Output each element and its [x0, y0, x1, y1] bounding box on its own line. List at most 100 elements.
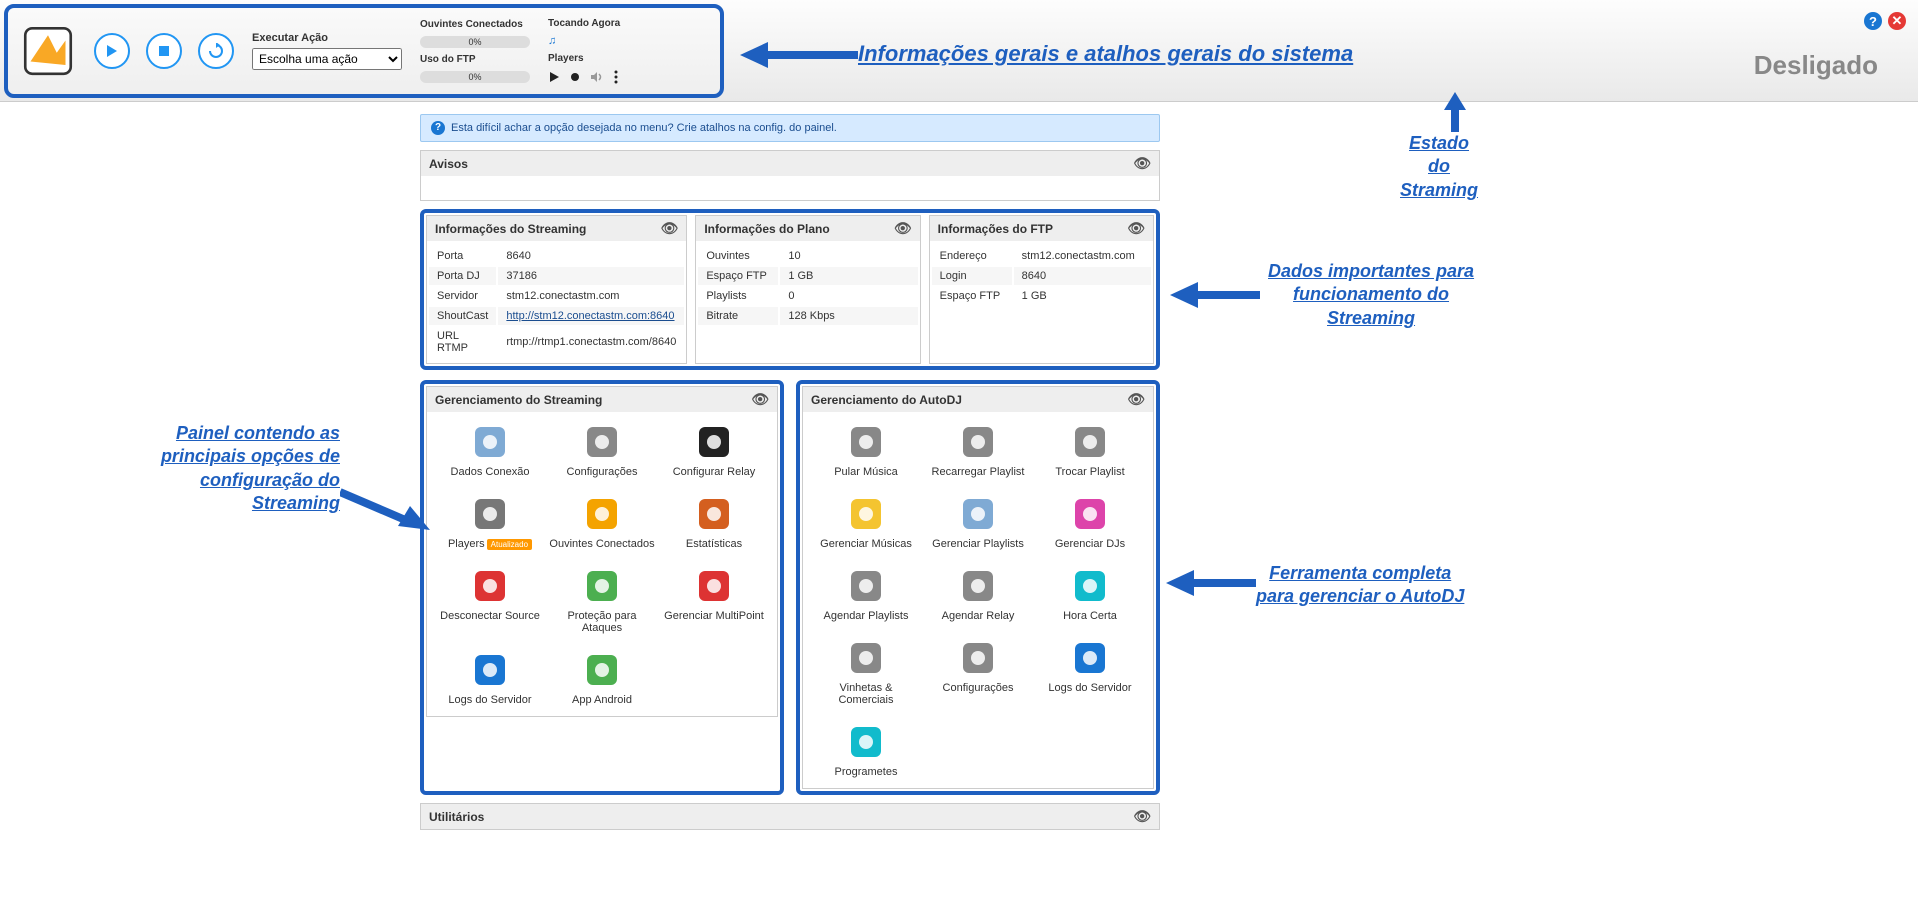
close-icon[interactable]: ✕: [1888, 12, 1906, 30]
kv-value: http://stm12.conectastm.com:8640: [498, 307, 684, 325]
item-label: Hora Certa: [1063, 610, 1117, 622]
item-icon: [694, 422, 734, 462]
mgmt-item[interactable]: Gerenciar Playlists: [925, 494, 1031, 550]
eye-icon[interactable]: 👁: [1127, 391, 1145, 408]
center-column: ? Esta difícil achar a opção desejada no…: [420, 114, 1160, 830]
item-icon: [470, 650, 510, 690]
mgmt-item[interactable]: Dados Conexão: [437, 422, 543, 478]
help-icon[interactable]: ?: [1864, 12, 1882, 30]
utilitarios-title: Utilitários: [429, 810, 484, 824]
hint-text: Esta difícil achar a opção desejada no m…: [451, 122, 837, 134]
eye-icon[interactable]: 👁: [1133, 808, 1151, 825]
players-label: Players: [548, 53, 620, 64]
eye-icon[interactable]: 👁: [751, 391, 769, 408]
eye-icon[interactable]: 👁: [1133, 155, 1151, 172]
mgmt-item[interactable]: Agendar Relay: [925, 566, 1031, 622]
item-label: Logs do Servidor: [1048, 682, 1131, 694]
mgmt-autodj-box: Gerenciamento do AutoDJ👁 Pular MúsicaRec…: [796, 380, 1160, 795]
mgmt-item[interactable]: Gerenciar MultiPoint: [661, 566, 767, 634]
status-text: Desligado: [1754, 50, 1878, 81]
anno-top: Informações gerais e atalhos gerais do s…: [858, 40, 1353, 69]
item-label: Configurar Relay: [673, 466, 756, 478]
kv-key: ShoutCast: [429, 307, 496, 325]
mgmt-item[interactable]: Configurar Relay: [661, 422, 767, 478]
item-label: Trocar Playlist: [1055, 466, 1124, 478]
mgmt-item[interactable]: Trocar Playlist: [1037, 422, 1143, 478]
eye-icon[interactable]: 👁: [1127, 220, 1145, 237]
hint-note: ? Esta difícil achar a opção desejada no…: [420, 114, 1160, 142]
kv-key: Servidor: [429, 287, 496, 305]
avisos-title: Avisos: [429, 157, 468, 171]
mini-menu-icon[interactable]: [614, 70, 618, 84]
mgmt-item[interactable]: Pular Música: [813, 422, 919, 478]
mgmt-item[interactable]: Agendar Playlists: [813, 566, 919, 622]
reload-button[interactable]: [198, 33, 234, 69]
mgmt-item[interactable]: PlayersAtualizado: [437, 494, 543, 550]
mgmt-item[interactable]: App Android: [549, 650, 655, 706]
item-icon: [470, 494, 510, 534]
info-plano-table: Ouvintes10Espaço FTP1 GBPlaylists0Bitrat…: [696, 245, 919, 327]
item-label: Programetes: [835, 766, 898, 778]
now-playing-col: Tocando Agora ♫ Players: [548, 18, 620, 84]
kv-key: URL RTMP: [429, 327, 496, 357]
item-icon: [582, 494, 622, 534]
exec-label: Executar Ação: [252, 32, 402, 44]
link[interactable]: http://stm12.conectastm.com:8640: [506, 310, 674, 322]
info-plano-panel: Informações do Plano👁 Ouvintes10Espaço F…: [695, 215, 920, 364]
mgmt-item[interactable]: Proteção para Ataques: [549, 566, 655, 634]
kv-value: 1 GB: [1014, 287, 1151, 305]
play-button[interactable]: [94, 33, 130, 69]
item-label: Vinhetas & Comerciais: [813, 682, 919, 706]
anno-info: Dados importantes parafuncionamento doSt…: [1268, 260, 1474, 330]
mgmt-item[interactable]: Estatísticas: [661, 494, 767, 550]
mgmt-item[interactable]: Gerenciar Músicas: [813, 494, 919, 550]
item-label: Gerenciar MultiPoint: [664, 610, 764, 622]
item-label: Gerenciar Playlists: [932, 538, 1024, 550]
item-icon: [846, 566, 886, 606]
eye-icon[interactable]: 👁: [661, 220, 679, 237]
exec-select[interactable]: Escolha uma ação: [252, 48, 402, 70]
mgmt-autodj-grid: Pular Música Recarregar Playlist Trocar Pl…: [813, 422, 1143, 778]
listeners-label: Ouvintes Conectados: [420, 19, 530, 30]
kv-key: Login: [932, 267, 1012, 285]
main-area: Informações gerais e atalhos gerais do s…: [0, 102, 1918, 830]
kv-value: rtmp://rtmp1.conectastm.com/8640: [498, 327, 684, 357]
mgmt-item[interactable]: Hora Certa: [1037, 566, 1143, 622]
item-label: Agendar Playlists: [824, 610, 909, 622]
item-label: Dados Conexão: [451, 466, 530, 478]
stop-button[interactable]: [146, 33, 182, 69]
mgmt-item[interactable]: Configurações: [925, 638, 1031, 706]
stats-listeners: Ouvintes Conectados 0% Uso do FTP 0%: [420, 19, 530, 83]
arrow-info: [1170, 280, 1260, 310]
item-icon: [582, 422, 622, 462]
kv-value: 0: [780, 287, 917, 305]
item-icon: [958, 566, 998, 606]
mgmt-item[interactable]: Programetes: [813, 722, 919, 778]
mgmt-item[interactable]: Gerenciar DJs: [1037, 494, 1143, 550]
mgmt-streaming-box: Gerenciamento do Streaming👁 Dados Conexã…: [420, 380, 784, 795]
mgmt-item[interactable]: Recarregar Playlist: [925, 422, 1031, 478]
mgmt-item[interactable]: Logs do Servidor: [1037, 638, 1143, 706]
item-label: Gerenciar Músicas: [820, 538, 912, 550]
mini-play-icon[interactable]: [548, 71, 560, 83]
mgmt-item[interactable]: Vinhetas & Comerciais: [813, 638, 919, 706]
eye-icon[interactable]: 👁: [894, 220, 912, 237]
info-ftp-panel: Informações do FTP👁 Endereçostm12.conect…: [929, 215, 1154, 364]
item-icon: [1070, 566, 1110, 606]
mgmt-item[interactable]: Logs do Servidor: [437, 650, 543, 706]
item-icon: [958, 494, 998, 534]
exec-action: Executar Ação Escolha uma ação: [252, 32, 402, 70]
mini-record-icon[interactable]: [570, 72, 580, 82]
kv-value: stm12.conectastm.com: [498, 287, 684, 305]
item-label: Configurações: [943, 682, 1014, 694]
utilitarios-panel: Utilitários 👁: [420, 803, 1160, 830]
arrow-top: [740, 40, 858, 70]
anno-right: Ferramenta completapara gerenciar o Auto…: [1256, 562, 1464, 609]
kv-key: Porta: [429, 247, 496, 265]
mini-volume-icon[interactable]: [590, 71, 604, 83]
mgmt-item[interactable]: Configurações: [549, 422, 655, 478]
item-label: Recarregar Playlist: [932, 466, 1025, 478]
item-icon: [846, 422, 886, 462]
mgmt-item[interactable]: Ouvintes Conectados: [549, 494, 655, 550]
mgmt-item[interactable]: Desconectar Source: [437, 566, 543, 634]
